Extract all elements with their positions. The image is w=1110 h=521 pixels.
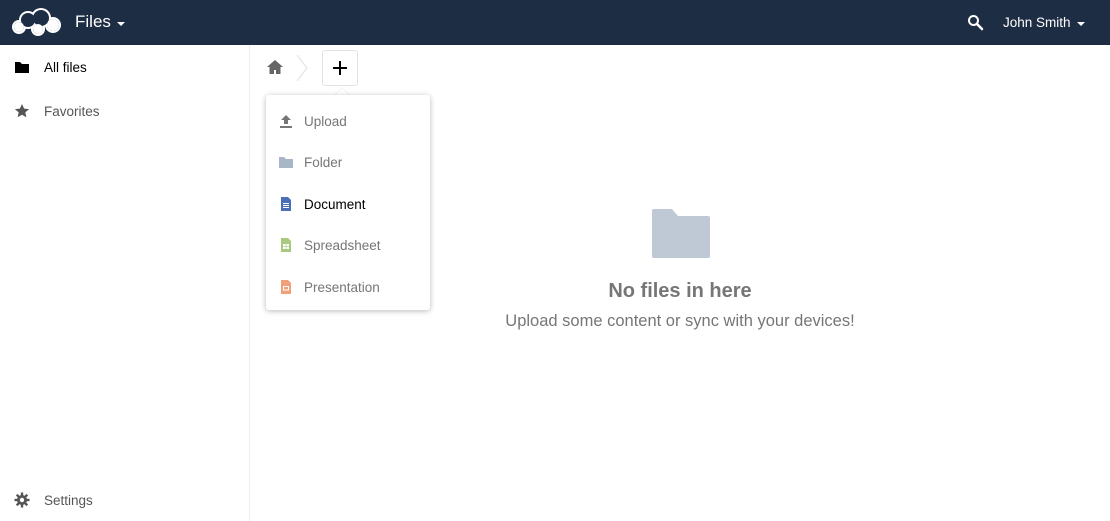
empty-state-subtitle: Upload some content or sync with your de… <box>505 312 855 330</box>
empty-state-title: No files in here <box>608 280 752 302</box>
menu-item-label: Document <box>304 196 366 212</box>
menu-item-document[interactable]: Document <box>266 184 430 224</box>
menu-item-label: Presentation <box>304 279 380 295</box>
upload-icon <box>280 115 292 128</box>
user-menu[interactable]: John Smith <box>1003 15 1085 30</box>
menu-item-label: Folder <box>304 154 343 170</box>
app-menu-toggle[interactable]: Files <box>75 12 125 32</box>
menu-item-upload[interactable]: Upload <box>266 101 430 141</box>
chevron-down-icon <box>116 21 125 26</box>
spreadsheet-icon <box>281 238 291 252</box>
sidebar-item-label: Favorites <box>44 103 100 119</box>
breadcrumb-separator <box>296 55 308 81</box>
document-icon <box>281 197 291 211</box>
owncloud-logo-icon[interactable] <box>11 7 63 37</box>
menu-item-label: Upload <box>304 113 347 129</box>
chevron-down-icon <box>1076 22 1085 26</box>
sidebar: All files Favorites Settings <box>0 45 250 521</box>
folder-icon <box>15 62 29 73</box>
sidebar-item-all-files[interactable]: All files <box>0 47 249 87</box>
empty-folder-icon <box>652 209 710 258</box>
menu-item-label: Spreadsheet <box>304 237 381 253</box>
menu-item-presentation[interactable]: Presentation <box>266 267 430 307</box>
app-title: Files <box>75 12 111 31</box>
new-file-menu: Upload Folder Document Spreadsheet Prese… <box>266 95 430 310</box>
user-name: John Smith <box>1003 15 1071 30</box>
menu-item-spreadsheet[interactable]: Spreadsheet <box>266 225 430 265</box>
gear-icon <box>14 492 30 508</box>
settings-label: Settings <box>44 492 93 508</box>
star-icon <box>14 104 30 118</box>
home-icon[interactable] <box>266 59 284 75</box>
top-header: Files John Smith <box>0 0 1110 45</box>
settings-button[interactable]: Settings <box>0 480 249 520</box>
presentation-icon <box>281 280 291 294</box>
menu-item-folder[interactable]: Folder <box>266 142 430 182</box>
new-button[interactable] <box>322 50 358 86</box>
plus-icon <box>333 61 347 75</box>
folder-icon <box>279 157 293 168</box>
sidebar-item-favorites[interactable]: Favorites <box>0 91 249 131</box>
sidebar-item-label: All files <box>44 59 87 75</box>
search-icon[interactable] <box>967 14 984 31</box>
